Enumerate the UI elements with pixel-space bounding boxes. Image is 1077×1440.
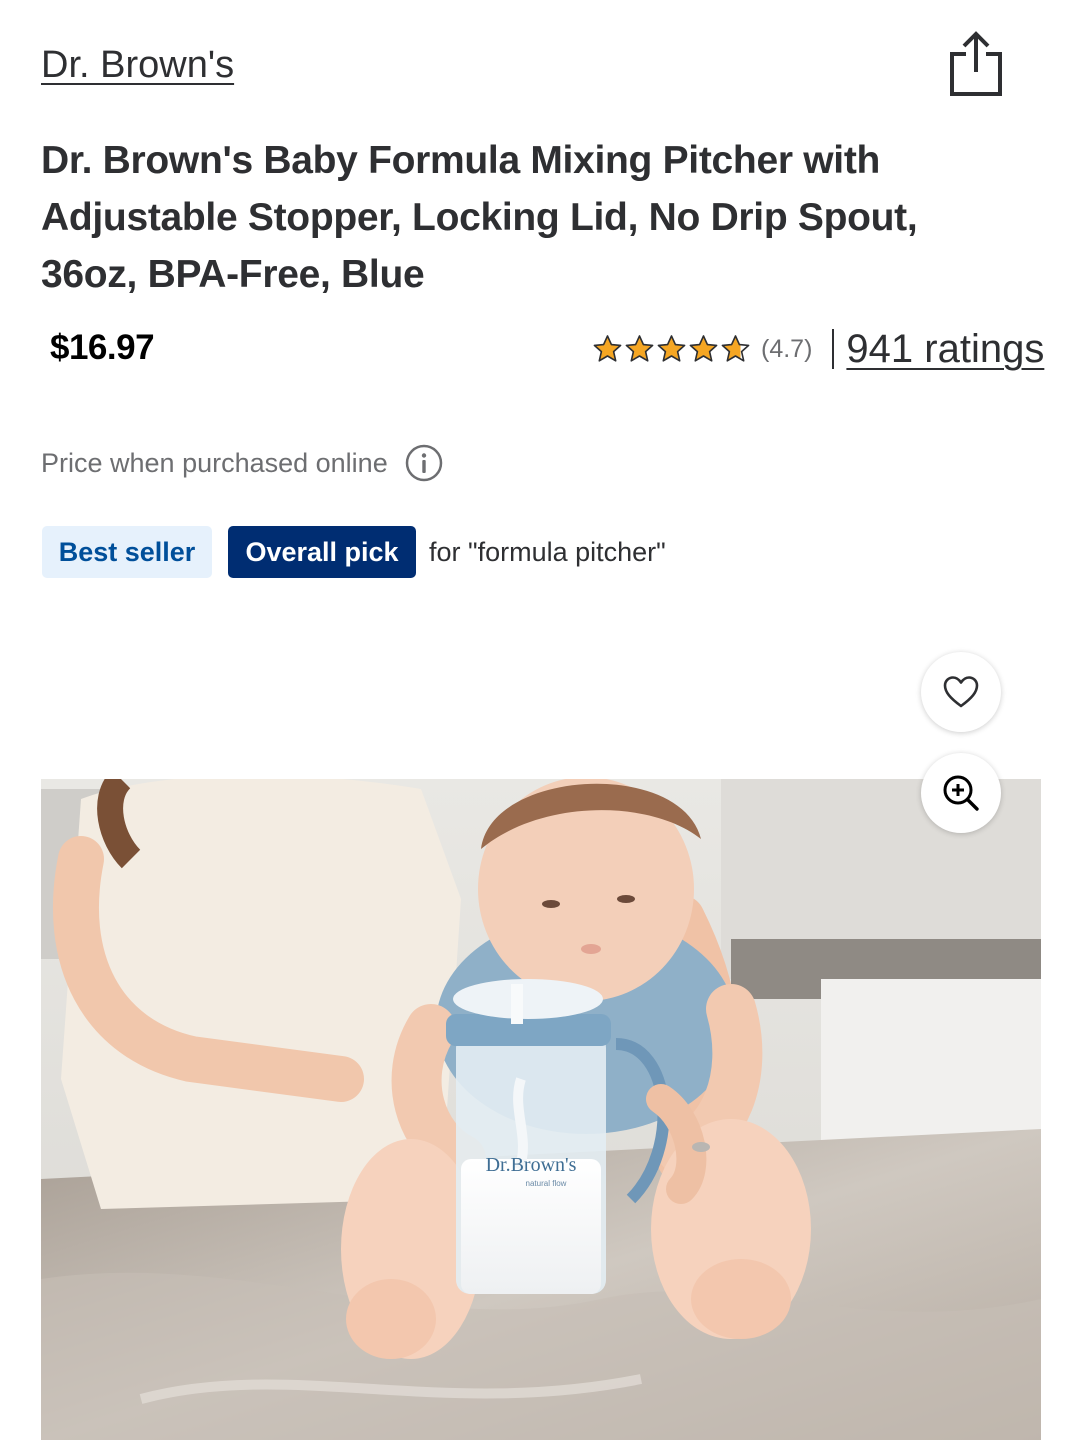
star-icon	[689, 334, 718, 362]
star-icon	[593, 334, 622, 362]
star-rating	[592, 334, 751, 365]
pitcher-sub-text: natural flow	[526, 1179, 567, 1188]
zoom-in-icon	[943, 775, 979, 811]
ratings-count-link[interactable]: 941 ratings	[846, 327, 1044, 372]
star-icon	[657, 334, 686, 362]
heart-icon	[943, 676, 979, 708]
star-icon	[721, 334, 750, 362]
star-icon	[625, 334, 654, 362]
share-icon[interactable]	[944, 30, 1008, 98]
pitcher-brand-text: Dr.Brown's	[486, 1154, 577, 1176]
product-image[interactable]: Dr.Brown's natural flow	[41, 779, 1041, 1440]
zoom-button[interactable]	[921, 753, 1001, 833]
rating-summary[interactable]: (4.7) 941 ratings	[592, 326, 1044, 372]
rating-value: (4.7)	[761, 334, 813, 363]
best-seller-badge: Best seller	[42, 526, 212, 578]
brand-link[interactable]: Dr. Brown's	[41, 44, 234, 87]
rating-divider	[832, 329, 835, 369]
info-icon[interactable]	[405, 444, 443, 482]
product-title: Dr. Brown's Baby Formula Mixing Pitcher …	[41, 139, 918, 296]
favorite-button[interactable]	[921, 652, 1001, 732]
price-note: Price when purchased online	[41, 448, 388, 478]
badge-context: for "formula pitcher"	[429, 537, 666, 567]
product-price: $16.97	[50, 328, 155, 367]
overall-pick-badge: Overall pick	[228, 526, 416, 578]
